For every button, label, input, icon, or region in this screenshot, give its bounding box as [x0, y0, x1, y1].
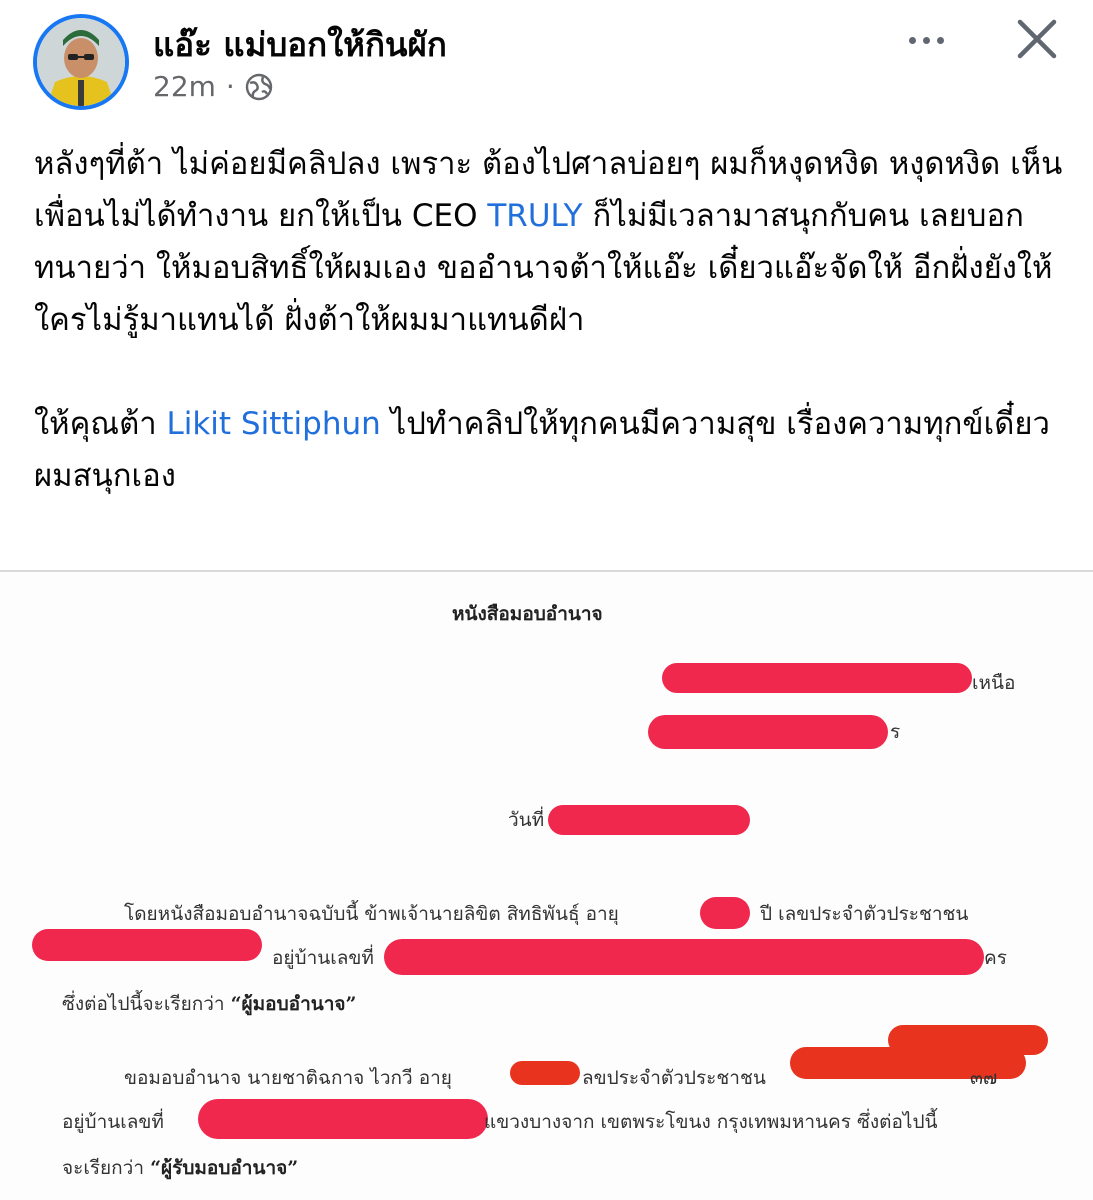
- avatar-photo: [37, 18, 125, 106]
- redaction-mark: [700, 897, 750, 929]
- document-line: ปี เลขประจำตัวประชาชน: [760, 903, 969, 925]
- document-line: อยู่บ้านเลขที่: [62, 1111, 164, 1133]
- more-dots-icon: [908, 36, 916, 44]
- post-header: แอ๊ะ แม่บอกให้กินผัก 22m ·: [0, 0, 1093, 120]
- document-line: จะเรียกว่า “ผู้รับมอบอำนาจ”: [62, 1157, 299, 1179]
- document-line: โดยหนังสือมอบอำนาจฉบับนี้ ข้าพเจ้านายลิข…: [124, 903, 619, 925]
- document-line: ขอมอบอำนาจ นายชาติฉกาจ ไวกวี อายุ: [124, 1067, 452, 1089]
- truly-link[interactable]: TRULY: [487, 198, 582, 234]
- document-date-label: วันที่: [508, 809, 545, 831]
- profile-mention-link[interactable]: Likit Sittiphun: [166, 406, 380, 442]
- post-paragraph-2: ให้คุณต้า Likit Sittiphun ไปทำคลิปให้ทุก…: [34, 406, 1050, 494]
- close-icon[interactable]: [1012, 14, 1062, 64]
- more-options-button[interactable]: [898, 20, 954, 60]
- globe-icon[interactable]: [245, 73, 273, 101]
- redaction-mark: [662, 663, 972, 693]
- redaction-mark: [510, 1061, 580, 1085]
- document-line: ลขประจำตัวประชาชน: [582, 1067, 766, 1089]
- document-line: อยู่บ้านเลขที่: [272, 947, 374, 969]
- post-body: หลังๆที่ต้า ไม่ค่อยมีคลิปลง เพราะ ต้องไป…: [34, 138, 1074, 502]
- post-paragraph-1: หลังๆที่ต้า ไม่ค่อยมีคลิปลง เพราะ ต้องไป…: [34, 146, 1063, 338]
- redaction-mark: [384, 939, 984, 975]
- redaction-mark: [648, 715, 888, 749]
- document-address-tail: เหนือ: [972, 672, 1016, 694]
- document-line: ซึ่งต่อไปนี้จะเรียกว่า “ผู้มอบอำนาจ”: [62, 993, 357, 1015]
- attached-document-image[interactable]: หนังสือมอบอำนาจ เหนือ ร วันที่ โดยหนังสื…: [0, 573, 1093, 1200]
- author-avatar[interactable]: [33, 14, 129, 110]
- redaction-mark: [32, 929, 262, 961]
- document-line: แขวงบางจาก เขตพระโขนง กรุงเทพมหานคร ซึ่ง…: [484, 1111, 938, 1133]
- document-line-tail: ๓๗: [970, 1067, 998, 1089]
- document-title: หนังสือมอบอำนาจ: [452, 603, 603, 625]
- post-timestamp[interactable]: 22m: [153, 70, 216, 103]
- meta-separator: ·: [225, 70, 235, 103]
- redaction-mark: [548, 805, 750, 835]
- document-address-tail: ร: [890, 721, 901, 743]
- document-line-tail: คร: [984, 947, 1007, 969]
- grantee-term: “ผู้รับมอบอำนาจ”: [150, 1157, 299, 1179]
- post-meta: 22m ·: [153, 70, 273, 103]
- author-name[interactable]: แอ๊ะ แม่บอกให้กินผัก: [153, 18, 447, 71]
- redaction-mark: [198, 1099, 488, 1139]
- grantor-term: “ผู้มอบอำนาจ”: [230, 993, 357, 1015]
- media-divider: [0, 570, 1093, 572]
